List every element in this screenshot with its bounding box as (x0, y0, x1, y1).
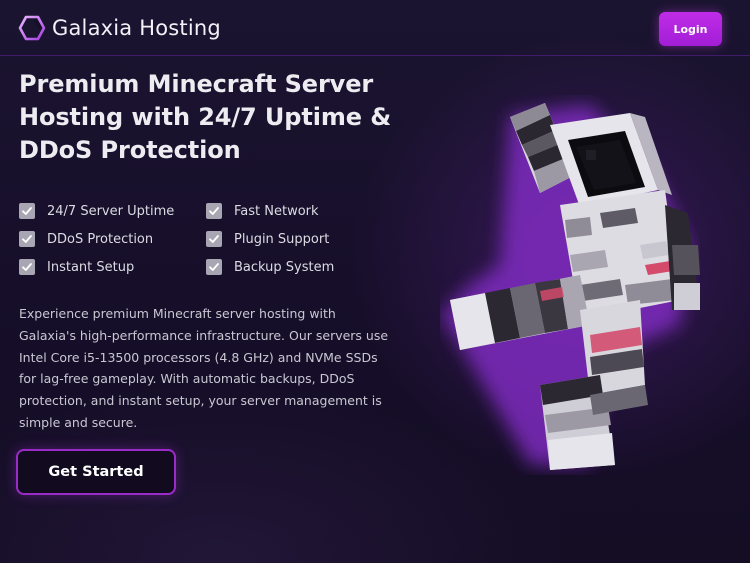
navbar: Galaxia Hosting Login (0, 0, 750, 56)
feature-label: 24/7 Server Uptime (47, 203, 175, 219)
feature-label: Plugin Support (234, 231, 330, 247)
get-started-button[interactable]: Get Started (16, 449, 176, 495)
hexagon-logo-icon (18, 15, 46, 41)
feature-item: Backup System (206, 253, 393, 281)
feature-label: Backup System (234, 259, 335, 275)
brand-name: Galaxia Hosting (52, 16, 221, 40)
checkbox-icon (19, 203, 35, 219)
feature-item: Fast Network (206, 197, 393, 225)
feature-label: DDoS Protection (47, 231, 154, 247)
hero-title: Premium Minecraft Server Hosting with 24… (19, 70, 392, 164)
checkbox-icon (206, 259, 222, 275)
astronaut-figure (440, 103, 700, 470)
feature-item: Instant Setup (19, 253, 206, 281)
feature-list: 24/7 Server Uptime Fast Network DDoS Pro… (19, 197, 399, 281)
checkbox-icon (19, 231, 35, 247)
feature-label: Instant Setup (47, 259, 135, 275)
checkbox-icon (19, 259, 35, 275)
feature-item: Plugin Support (206, 225, 393, 253)
hero-description: Experience premium Minecraft server host… (19, 306, 389, 430)
checkbox-icon (206, 231, 222, 247)
checkbox-icon (206, 203, 222, 219)
brand[interactable]: Galaxia Hosting (18, 13, 221, 43)
login-button[interactable]: Login (659, 12, 722, 46)
minecraft-astronaut-illustration (440, 95, 700, 475)
feature-item: DDoS Protection (19, 225, 206, 253)
feature-label: Fast Network (234, 203, 319, 219)
feature-item: 24/7 Server Uptime (19, 197, 206, 225)
